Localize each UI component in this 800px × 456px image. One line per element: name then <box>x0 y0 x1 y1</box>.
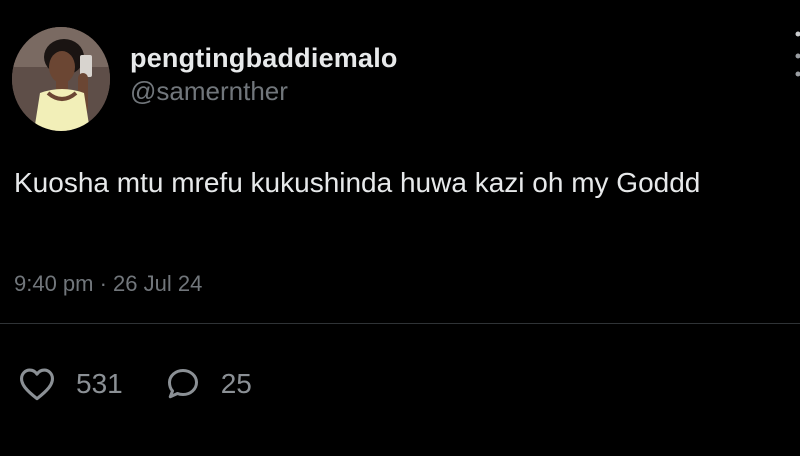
avatar[interactable] <box>12 27 110 131</box>
heart-outline-icon <box>20 368 54 401</box>
author-display-name[interactable]: pengtingbaddiemalo <box>130 42 398 74</box>
more-options-icon[interactable] <box>794 30 800 80</box>
like-button[interactable]: 531 <box>18 366 123 402</box>
tweet-card: pengtingbaddiemalo @samernther Kuosha mt… <box>0 0 800 456</box>
author-info: pengtingbaddiemalo @samernther <box>130 42 398 108</box>
speech-bubble-icon <box>167 369 198 399</box>
tweet-timestamp[interactable]: 9:40 pm · 26 Jul 24 <box>14 271 202 297</box>
reply-button[interactable]: 25 <box>165 366 252 402</box>
engagement-stats: 531 25 <box>18 366 294 402</box>
divider <box>0 323 800 324</box>
reply-count: 25 <box>220 368 252 399</box>
author-handle[interactable]: @samernther <box>130 74 398 108</box>
avatar-image <box>12 27 110 131</box>
like-count: 531 <box>76 368 123 399</box>
tweet-text: Kuosha mtu mrefu kukushinda huwa kazi oh… <box>14 167 701 198</box>
